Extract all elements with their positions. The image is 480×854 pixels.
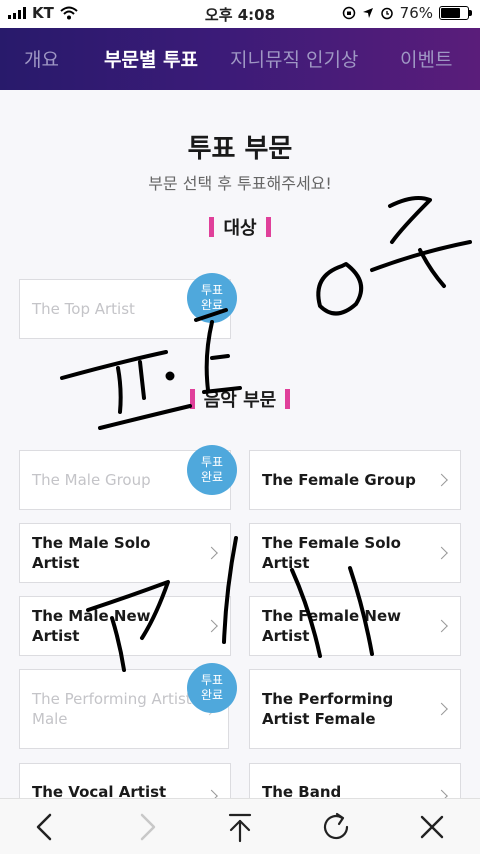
chevron-right-icon [205, 546, 218, 560]
badge-line1: 투표 [200, 283, 224, 297]
share-icon[interactable] [222, 809, 258, 845]
battery-percent: 76% [399, 4, 433, 22]
section-grand-prize: 대상 [0, 214, 480, 240]
reload-icon[interactable] [318, 809, 354, 845]
category-label: The Female Group [262, 471, 416, 489]
category-label: The Female New Artist [262, 607, 401, 645]
chevron-right-icon [205, 619, 218, 633]
category-card-male-new[interactable]: The Male New Artist [19, 596, 231, 656]
back-icon[interactable] [28, 809, 64, 845]
category-card-performing-female[interactable]: The Performing Artist Female [249, 669, 461, 749]
alarm-icon [380, 7, 393, 20]
page-subtitle: 부문 선택 후 투표해주세요! [148, 174, 332, 193]
section-bar-right [265, 217, 271, 237]
section-bar-right [285, 389, 291, 409]
category-card-male-solo[interactable]: The Male Solo Artist [19, 523, 231, 583]
section-music-title: 음악 부문 [203, 390, 277, 411]
vote-complete-badge: 투표 완료 [187, 445, 237, 495]
category-card-female-solo[interactable]: The Female Solo Artist [249, 523, 461, 583]
forward-icon[interactable] [128, 809, 164, 845]
section-bar-left [209, 217, 215, 237]
badge-line2: 완료 [200, 470, 224, 484]
chevron-right-icon [435, 619, 448, 633]
chevron-right-icon [435, 546, 448, 560]
category-card-female-group[interactable]: The Female Group [249, 450, 461, 510]
orientation-lock-icon [342, 6, 355, 20]
section-grand-title: 대상 [223, 218, 257, 239]
chevron-right-icon [435, 473, 448, 487]
section-music: 음악 부문 [0, 386, 480, 412]
vote-complete-badge: 투표 완료 [187, 663, 237, 713]
tab-event[interactable]: 이벤트 [400, 45, 452, 72]
status-bar: KT 오후 4:08 76% [0, 0, 480, 28]
badge-line1: 투표 [200, 673, 224, 687]
category-label: The Male Group [32, 471, 151, 489]
category-label: The Male New Artist [32, 607, 151, 645]
location-icon [362, 8, 373, 18]
battery-icon [439, 6, 472, 20]
category-label: The Performing Artist Female [262, 690, 394, 728]
status-right: 76% [342, 4, 472, 22]
vote-content: 투표 부문 부문 선택 후 투표해주세요! 대상 The Top Artist … [0, 90, 480, 823]
category-card-female-new[interactable]: The Female New Artist [249, 596, 461, 656]
category-label: The Male Solo Artist [32, 534, 151, 572]
chevron-right-icon [435, 702, 448, 716]
vote-complete-badge: 투표 완료 [187, 273, 237, 323]
category-label: The Female Solo Artist [262, 534, 401, 572]
category-label: The Top Artist [32, 300, 135, 318]
tab-category-vote[interactable]: 부문별 투표 [104, 45, 198, 72]
badge-line2: 완료 [200, 688, 224, 702]
category-label: The Performing Artist Male [32, 690, 192, 728]
badge-line1: 투표 [200, 455, 224, 469]
tab-genie-popularity[interactable]: 지니뮤직 인기상 [230, 45, 358, 72]
page-title: 투표 부문 [187, 134, 293, 164]
badge-line2: 완료 [200, 298, 224, 312]
category-nav: 개요 부문별 투표 지니뮤직 인기상 이벤트 [0, 28, 480, 90]
tab-overview[interactable]: 개요 [24, 45, 59, 72]
browser-toolbar [0, 798, 480, 854]
section-bar-left [189, 389, 195, 409]
close-icon[interactable] [414, 809, 450, 845]
